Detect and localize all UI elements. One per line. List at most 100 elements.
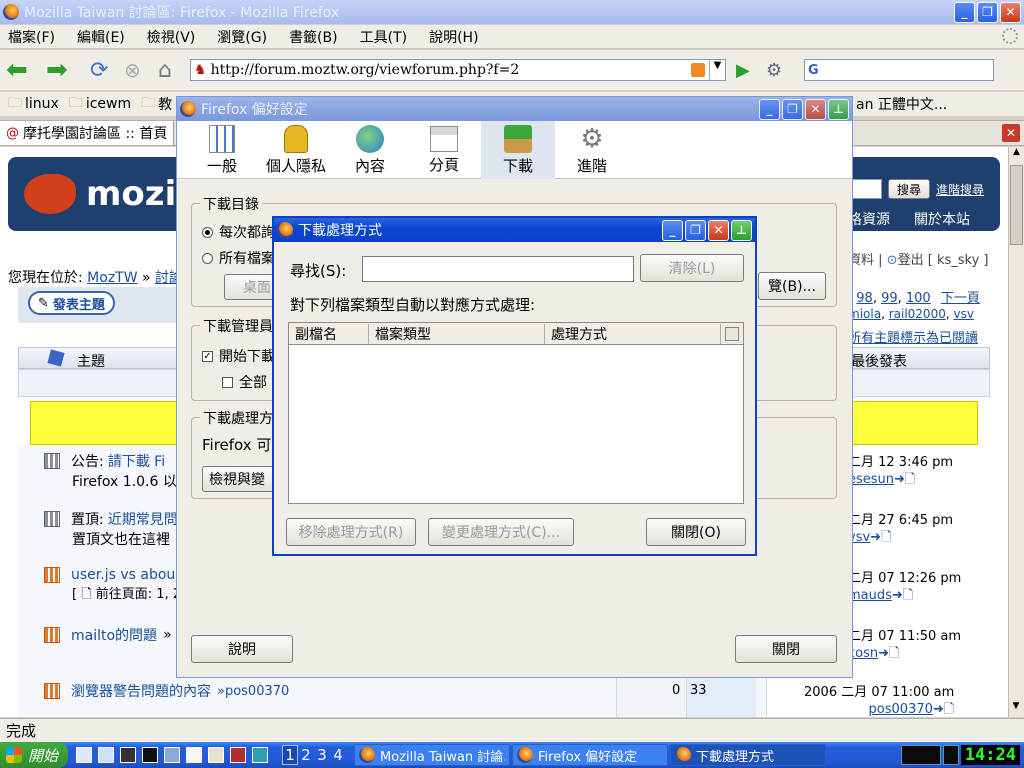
last-post-user[interactable]: mauds bbox=[848, 588, 892, 603]
topic-title[interactable]: 瀏覽器警告問題的內容 bbox=[71, 681, 211, 701]
nav-resources[interactable]: 格資源 bbox=[848, 209, 900, 229]
app-icon[interactable] bbox=[120, 747, 137, 763]
mark-read-link[interactable]: 所有主題標示為已閱讀 bbox=[848, 327, 978, 346]
column-picker-icon[interactable] bbox=[725, 326, 739, 341]
sticky-button[interactable]: ⊥ bbox=[731, 219, 752, 241]
tab-close-icon[interactable]: ✕ bbox=[1002, 124, 1020, 142]
menu-view[interactable]: 檢視(V) bbox=[147, 27, 196, 47]
remove-action-button[interactable]: 移除處理方式(R) bbox=[286, 518, 416, 546]
app-icon[interactable] bbox=[186, 747, 203, 763]
col-action[interactable]: 處理方式 bbox=[545, 323, 721, 344]
workspace-2[interactable]: 2 bbox=[298, 746, 314, 764]
menu-file[interactable]: 檔案(F) bbox=[8, 27, 55, 47]
topic-row[interactable]: mailto的問題 » bbox=[44, 625, 172, 645]
browse-button[interactable]: 覽(B)... bbox=[758, 272, 826, 300]
go-icon[interactable]: ▶ bbox=[736, 60, 766, 81]
tab-content[interactable]: 內容 bbox=[333, 123, 407, 176]
radio-always-ask[interactable]: 每次都詢 bbox=[202, 222, 275, 242]
tab-forum[interactable]: @ 摩托學園討論區 :: 首頁 bbox=[0, 121, 175, 145]
app-icon[interactable] bbox=[230, 747, 247, 763]
radio-save-to[interactable]: 所有檔案 bbox=[202, 248, 275, 268]
minimize-button[interactable]: _ bbox=[954, 1, 975, 23]
show-desktop-icon[interactable] bbox=[76, 747, 93, 763]
close-button[interactable]: ✕ bbox=[708, 219, 729, 241]
page-link-98[interactable]: 98 bbox=[856, 291, 873, 306]
scroll-thumb[interactable] bbox=[1010, 165, 1023, 245]
tab-privacy[interactable]: 個人隱私 bbox=[259, 123, 333, 176]
page-scrollbar[interactable]: ▲ ▼ bbox=[1008, 147, 1024, 717]
dialog-close-button[interactable]: 關閉(O) bbox=[646, 518, 746, 546]
sticky-button[interactable]: ⊥ bbox=[828, 98, 849, 120]
stop-icon[interactable]: ⊗ bbox=[124, 58, 158, 82]
app-icon[interactable] bbox=[208, 747, 225, 763]
topic-title[interactable]: user.js vs abou bbox=[71, 567, 175, 583]
radio-button[interactable] bbox=[202, 226, 213, 238]
tab-advanced[interactable]: ⚙ 進階 bbox=[555, 123, 629, 176]
topic-title[interactable]: 近期常見問 bbox=[108, 509, 178, 529]
forum-search-input[interactable] bbox=[852, 179, 882, 199]
page-link-99[interactable]: 99 bbox=[881, 291, 898, 306]
extension-icon[interactable]: ⚙ bbox=[766, 60, 804, 81]
maximize-button[interactable]: ❐ bbox=[782, 98, 803, 120]
scroll-down-icon[interactable]: ▼ bbox=[1009, 701, 1023, 717]
menu-bookmarks[interactable]: 書籤(B) bbox=[289, 27, 338, 47]
url-dropdown-icon[interactable]: ▼ bbox=[709, 60, 725, 80]
reload-icon[interactable]: ⟳ bbox=[90, 58, 124, 83]
moderator-link[interactable]: rail02000 bbox=[889, 307, 946, 321]
start-button[interactable]: 開始 bbox=[0, 742, 69, 768]
menu-tools[interactable]: 工具(T) bbox=[360, 27, 407, 47]
find-input[interactable] bbox=[362, 256, 634, 282]
menu-go[interactable]: 瀏覽(G) bbox=[217, 27, 267, 47]
radio-button[interactable] bbox=[202, 252, 213, 264]
tab-downloads[interactable]: 下載 bbox=[481, 120, 555, 179]
checkbox[interactable]: ✓ bbox=[202, 350, 213, 362]
rss-icon[interactable] bbox=[691, 63, 705, 77]
last-post-user[interactable]: pos00370 bbox=[869, 702, 933, 717]
forward-icon[interactable]: ➡ bbox=[46, 55, 90, 85]
col-extension[interactable]: 副檔名 bbox=[289, 323, 369, 344]
menu-help[interactable]: 說明(H) bbox=[429, 27, 478, 47]
goto-post-icon[interactable]: ➜🗋 bbox=[894, 472, 915, 487]
bookmark-icewm[interactable]: 🗀 icewm bbox=[69, 92, 131, 116]
maximize-button[interactable]: ❐ bbox=[977, 1, 998, 23]
prefs-close-button[interactable]: 關閉 bbox=[735, 635, 837, 663]
bookmark-linux[interactable]: 🗀 linux bbox=[8, 92, 59, 116]
task-download-actions[interactable]: 下載處理方式 bbox=[670, 744, 827, 766]
clock[interactable]: 14:24 bbox=[960, 745, 1020, 765]
goto-post-icon[interactable]: ➜🗋 bbox=[933, 702, 954, 717]
scroll-up-icon[interactable]: ▲ bbox=[1009, 147, 1024, 163]
checkbox[interactable] bbox=[222, 376, 233, 388]
new-topic-button[interactable]: ✎ 發表主題 bbox=[28, 291, 115, 315]
topic-row[interactable]: 置頂: 近期常見問 置頂文也在這裡 bbox=[44, 509, 178, 549]
actions-table[interactable]: 副檔名 檔案類型 處理方式 bbox=[288, 322, 744, 504]
topic-row[interactable]: 瀏覽器警告問題的內容 »pos00370 bbox=[44, 681, 289, 701]
app-icon[interactable] bbox=[252, 747, 269, 763]
help-button[interactable]: 說明 bbox=[191, 635, 293, 663]
topic-row[interactable]: user.js vs abou [ 🗋 前往頁面: 1, 2 bbox=[44, 567, 181, 607]
col-file-type[interactable]: 檔案類型 bbox=[369, 323, 545, 344]
change-action-button[interactable]: 變更處理方式(C)... bbox=[428, 518, 574, 546]
advanced-search-link[interactable]: 進階搜尋 bbox=[936, 181, 984, 198]
bookmark-folder-3[interactable]: 🗀 教 bbox=[141, 92, 172, 116]
search-bar[interactable]: G bbox=[804, 59, 994, 81]
moderator-link[interactable]: vsv bbox=[953, 307, 973, 321]
terminal-icon[interactable] bbox=[142, 747, 159, 763]
tab-tabs[interactable]: 分頁 bbox=[407, 124, 481, 175]
last-post-user[interactable]: esesun bbox=[848, 472, 894, 487]
windows-icon[interactable] bbox=[98, 747, 115, 763]
page-link-100[interactable]: 100 bbox=[906, 291, 931, 306]
topic-title[interactable]: 請下載 Fi bbox=[108, 451, 165, 471]
goto-post-icon[interactable]: ➜🗋 bbox=[870, 530, 891, 545]
clear-button[interactable]: 清除(L) bbox=[640, 254, 744, 282]
maximize-button[interactable]: ❐ bbox=[685, 219, 706, 241]
task-firefox[interactable]: Mozilla Taiwan 討論... bbox=[354, 744, 511, 766]
workspace-3[interactable]: 3 bbox=[314, 746, 330, 764]
close-button[interactable]: ✕ bbox=[1000, 1, 1021, 23]
back-icon[interactable]: ⬅ bbox=[6, 55, 46, 85]
task-prefs[interactable]: Firefox 偏好設定 bbox=[512, 744, 669, 766]
tab-general[interactable]: 一般 bbox=[185, 123, 259, 176]
workspace-4[interactable]: 4 bbox=[330, 746, 346, 764]
menu-edit[interactable]: 編輯(E) bbox=[77, 27, 125, 47]
app-icon[interactable] bbox=[164, 747, 181, 763]
check-close-dm[interactable]: 全部 bbox=[222, 372, 267, 392]
